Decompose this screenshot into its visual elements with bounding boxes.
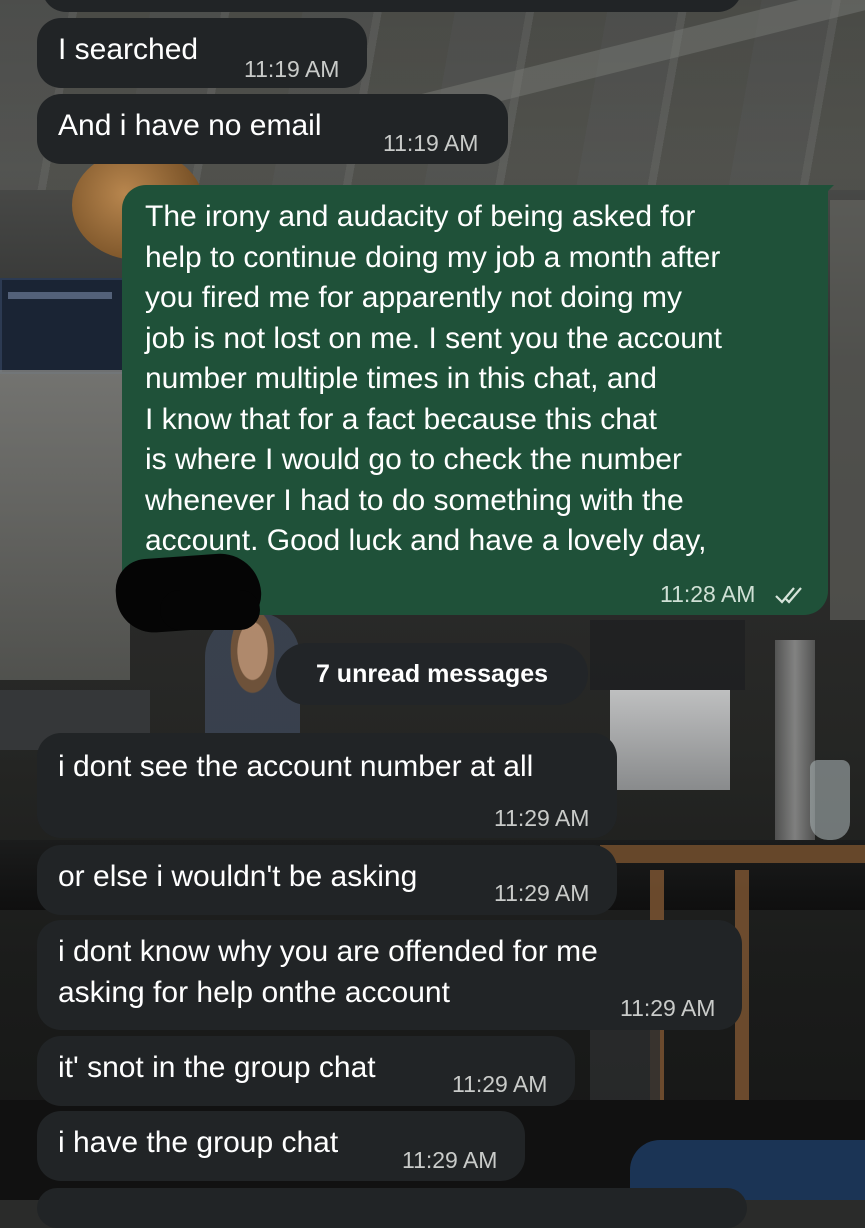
message-text-line: i dont know why you are offended for me (58, 935, 598, 968)
message-timestamp: 11:29 AM (402, 1147, 498, 1173)
message-text-line: is where I would go to check the number (145, 443, 682, 476)
chat-thread[interactable]: I searched 11:19 AM And i have no email … (0, 0, 865, 1228)
message-bubble-partial[interactable] (37, 1188, 747, 1228)
message-timestamp: 11:29 AM (452, 1071, 548, 1097)
message-timestamp: 11:29 AM (494, 805, 590, 831)
message-timestamp: 11:29 AM (494, 880, 590, 906)
message-bubble-incoming[interactable]: i have the group chat 11:29 AM (37, 1111, 525, 1181)
message-text: And i have no email (58, 109, 322, 142)
message-bubble-partial[interactable] (42, 0, 742, 12)
double-check-icon (775, 587, 802, 604)
message-text-line: The irony and audacity of being asked fo… (145, 200, 696, 233)
message-bubble-incoming[interactable]: And i have no email 11:19 AM (37, 94, 508, 164)
message-text: it' snot in the group chat (58, 1051, 376, 1084)
redaction-scribble (160, 590, 260, 630)
message-text-line: job is not lost on me. I sent you the ac… (145, 321, 723, 355)
message-bubble-incoming[interactable]: or else i wouldn't be asking 11:29 AM (37, 845, 617, 915)
message-text-line: help to continue doing my job a month af… (145, 240, 721, 274)
message-text-line: number multiple times in this chat, and (145, 362, 657, 395)
message-text-line: you fired me for apparently not doing my (145, 281, 682, 314)
message-text-line: I know that for a fact because this chat (145, 402, 657, 436)
message-text-line: asking for help onthe account (58, 976, 450, 1009)
message-text: i dont see the account number at all (58, 750, 534, 783)
message-text: I searched (58, 33, 199, 66)
message-timestamp: 11:19 AM (383, 130, 479, 156)
message-timestamp: 11:29 AM (620, 995, 716, 1021)
message-text: or else i wouldn't be asking (58, 860, 418, 893)
message-bubble-incoming[interactable]: it' snot in the group chat 11:29 AM (37, 1036, 575, 1106)
message-text-line: whenever I had to do something with the (145, 483, 684, 517)
message-timestamp: 11:19 AM (244, 56, 340, 82)
message-bubble-outgoing[interactable]: The irony and audacity of being asked fo… (122, 185, 828, 615)
message-bubble-incoming[interactable]: i dont see the account number at all 11:… (37, 733, 617, 838)
message-timestamp: 11:28 AM (660, 581, 756, 607)
unread-messages-divider: 7 unread messages (276, 643, 588, 705)
message-bubble-incoming[interactable]: i dont know why you are offended for me … (37, 920, 742, 1030)
message-bubble-incoming[interactable]: I searched 11:19 AM (37, 18, 367, 88)
message-text: i have the group chat (58, 1126, 339, 1159)
